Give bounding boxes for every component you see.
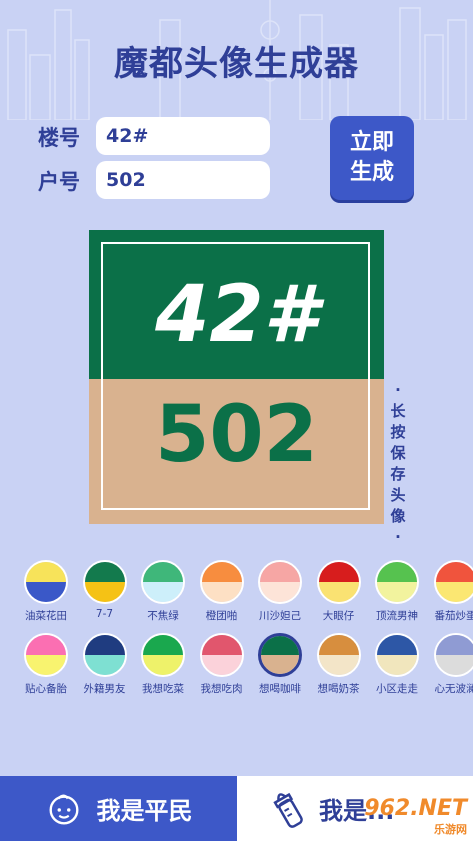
color-swatch[interactable]: 心无波澜 bbox=[428, 633, 473, 696]
swatch-circle bbox=[433, 560, 473, 604]
tab-commoner-label: 我是平民 bbox=[96, 797, 193, 825]
swatch-circle bbox=[141, 560, 185, 604]
swatch-label: 心无波澜 bbox=[434, 683, 473, 695]
swatch-circle bbox=[375, 560, 419, 604]
baby-bottle-icon bbox=[273, 792, 303, 828]
save-hint-char: · bbox=[395, 528, 401, 546]
save-hint-char: 头 bbox=[390, 486, 406, 504]
color-swatch[interactable]: 贴心备胎 bbox=[18, 633, 74, 696]
color-swatch[interactable]: 7-7 bbox=[77, 560, 133, 620]
color-swatch[interactable]: 橙团啪 bbox=[194, 560, 250, 623]
color-swatch[interactable]: 想喝奶茶 bbox=[311, 633, 367, 696]
color-swatch[interactable]: 我想吃肉 bbox=[194, 633, 250, 696]
swatch-circle bbox=[258, 633, 302, 677]
save-hint: · 长 按 保 存 头 像 · bbox=[388, 380, 408, 548]
generate-label-line2: 生成 bbox=[349, 160, 394, 185]
swatch-circle bbox=[141, 633, 185, 677]
avatar-preview[interactable]: 42# 502 bbox=[89, 230, 384, 524]
swatch-circle bbox=[258, 560, 302, 604]
swatch-label: 7-7 bbox=[95, 608, 114, 620]
swatch-circle bbox=[82, 560, 127, 604]
generate-label-line1: 立即 bbox=[349, 130, 394, 155]
swatch-label: 外籍男友 bbox=[83, 683, 126, 695]
watermark-main: 962.NET bbox=[364, 796, 467, 821]
color-swatch[interactable]: 油菜花田 bbox=[18, 560, 74, 623]
color-swatch[interactable]: 川沙妲己 bbox=[252, 560, 308, 623]
swatch-label: 大眼仔 bbox=[322, 610, 355, 622]
save-hint-char: 按 bbox=[390, 423, 406, 441]
color-swatch[interactable]: 小区走走 bbox=[369, 633, 425, 696]
page-title: 魔都头像生成器 bbox=[114, 44, 359, 84]
swatch-circle bbox=[316, 633, 361, 677]
color-swatch[interactable]: 外籍男友 bbox=[77, 633, 133, 696]
swatch-label: 想喝咖啡 bbox=[259, 683, 301, 695]
swatch-circle bbox=[24, 560, 68, 604]
unit-input[interactable]: 502 bbox=[96, 161, 270, 199]
color-swatch[interactable]: 番茄炒蛋 bbox=[428, 560, 473, 623]
generate-button[interactable]: 立即 生成 bbox=[330, 116, 414, 200]
swatch-label: 我想吃菜 bbox=[142, 683, 184, 695]
color-swatch[interactable]: 不焦绿 bbox=[135, 560, 191, 623]
swatch-circle bbox=[199, 633, 244, 677]
swatch-label: 想喝奶茶 bbox=[317, 683, 360, 695]
building-input[interactable]: 42# bbox=[96, 117, 270, 155]
watermark: 962.NET 乐游网 bbox=[364, 796, 467, 837]
swatch-circle bbox=[24, 633, 68, 677]
save-hint-char: · bbox=[395, 381, 401, 399]
save-hint-char: 长 bbox=[390, 402, 406, 420]
color-swatch[interactable]: 想喝咖啡 bbox=[252, 633, 308, 696]
swatch-label: 顶流男神 bbox=[376, 610, 418, 622]
swatch-circle bbox=[375, 633, 419, 677]
color-swatch[interactable]: 顶流男神 bbox=[369, 560, 425, 623]
baby-face-icon bbox=[49, 794, 78, 824]
swatch-label: 川沙妲己 bbox=[259, 610, 301, 622]
swatch-label: 小区走走 bbox=[376, 683, 418, 695]
bottom-nav: 我是平民 我是... 962.NET 乐游网 bbox=[0, 776, 473, 841]
building-label: 楼号 bbox=[38, 126, 80, 150]
color-swatch[interactable]: 我想吃菜 bbox=[135, 633, 191, 696]
avatar-building-text: 42# bbox=[155, 270, 318, 360]
swatch-label: 不焦绿 bbox=[147, 610, 179, 622]
swatch-circle bbox=[433, 633, 473, 677]
swatch-label: 我想吃肉 bbox=[200, 683, 243, 695]
swatch-label: 橙团啪 bbox=[205, 610, 238, 622]
save-hint-char: 保 bbox=[390, 444, 406, 462]
swatch-label: 番茄炒蛋 bbox=[434, 610, 473, 622]
color-swatch[interactable]: 大眼仔 bbox=[311, 560, 367, 623]
swatch-label: 油菜花田 bbox=[25, 610, 67, 622]
swatch-circle bbox=[199, 560, 244, 604]
watermark-sub: 乐游网 bbox=[434, 823, 467, 836]
save-hint-char: 像 bbox=[390, 507, 406, 525]
tab-commoner[interactable]: 我是平民 bbox=[0, 776, 237, 841]
unit-label: 户号 bbox=[38, 170, 80, 194]
swatch-circle bbox=[82, 633, 127, 677]
avatar-unit-text: 502 bbox=[155, 390, 318, 480]
save-hint-char: 存 bbox=[390, 465, 406, 483]
swatch-circle bbox=[316, 560, 361, 604]
swatch-label: 贴心备胎 bbox=[25, 683, 67, 695]
